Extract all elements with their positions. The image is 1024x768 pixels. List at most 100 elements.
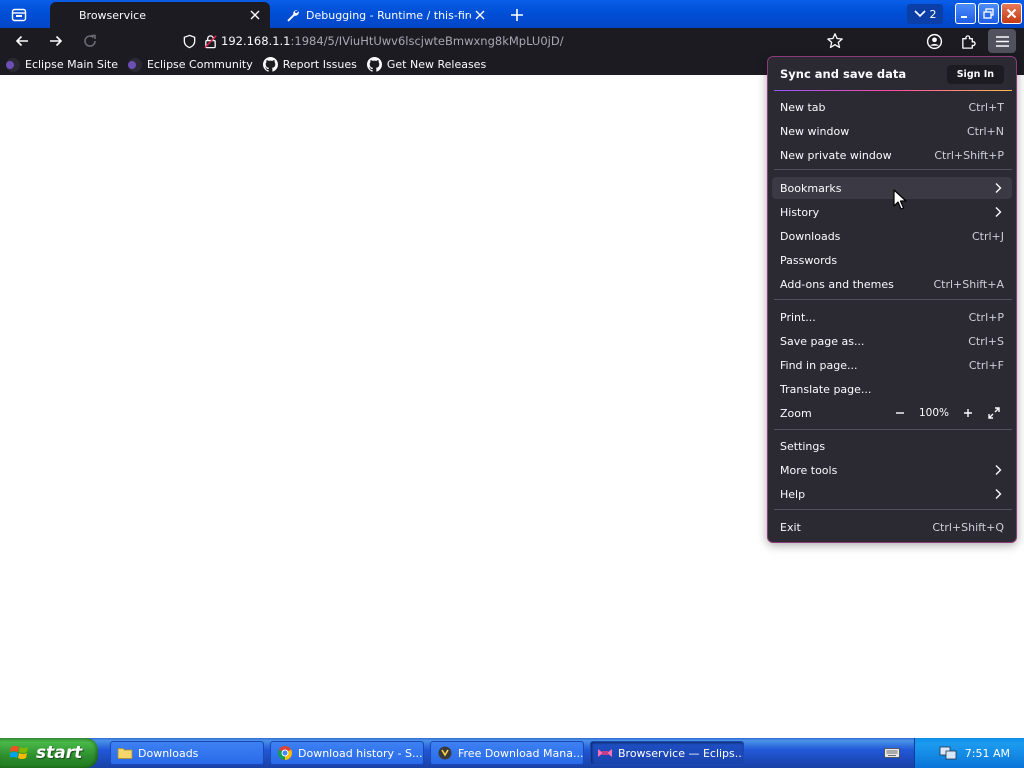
separator <box>774 509 1012 510</box>
close-tab-icon[interactable] <box>471 6 489 24</box>
zoom-reset-button[interactable]: 100% <box>916 407 952 419</box>
menu-item-find-in-page[interactable]: Find in page... Ctrl+F <box>772 354 1012 376</box>
tab-count: 2 <box>929 7 937 21</box>
bookmark-star-icon[interactable] <box>826 32 844 50</box>
bookmark-get-new-releases[interactable]: Get New Releases <box>366 57 487 72</box>
insecure-lock-icon <box>204 34 217 48</box>
menu-item-save-page-as[interactable]: Save page as... Ctrl+S <box>772 330 1012 352</box>
system-tray: 7:51 AM <box>914 738 1024 768</box>
sign-in-button[interactable]: Sign In <box>946 64 1004 84</box>
bookmark-report-issues[interactable]: Report Issues <box>262 57 357 72</box>
back-button[interactable] <box>9 29 35 53</box>
menu-item-new-tab[interactable]: New tab Ctrl+T <box>772 96 1012 118</box>
tab-strip: Browservice Debugging - Runtime / this-f… <box>0 0 1024 28</box>
minimize-icon <box>961 16 967 18</box>
close-tab-icon[interactable] <box>246 6 264 24</box>
taskbar-button-label: Downloads <box>138 746 199 760</box>
start-button[interactable]: start <box>0 738 98 768</box>
fullscreen-button[interactable] <box>984 404 1004 422</box>
minus-icon <box>896 412 904 414</box>
menu-item-settings[interactable]: Settings <box>772 435 1012 457</box>
sync-title: Sync and save data <box>780 67 907 81</box>
menu-item-history[interactable]: History <box>772 201 1012 223</box>
menu-item-label: Exit <box>780 520 801 534</box>
windows-flag-icon <box>10 746 28 759</box>
taskbar-button-browservice[interactable]: Browservice — Eclips... <box>590 741 744 765</box>
menu-item-shortcut: Ctrl+S <box>968 334 1004 348</box>
menu-item-label: New window <box>780 124 850 138</box>
forward-button[interactable] <box>43 29 69 53</box>
address-bar[interactable]: 192.168.1.1:1984/5/IViuHtUwv6lscjwteBmwx… <box>176 29 856 53</box>
site-identity[interactable] <box>176 34 221 49</box>
taskbar-button-label: Free Download Mana... <box>458 746 584 760</box>
menu-item-new-window[interactable]: New window Ctrl+N <box>772 120 1012 142</box>
taskbar-button-download-history[interactable]: Download history - S... <box>270 741 424 765</box>
clock[interactable]: 7:51 AM <box>965 747 1010 760</box>
menu-item-downloads[interactable]: Downloads Ctrl+J <box>772 225 1012 247</box>
bookmark-eclipse-community[interactable]: Eclipse Community <box>127 57 253 72</box>
fullscreen-icon <box>988 407 1000 419</box>
menu-item-exit[interactable]: Exit Ctrl+Shift+Q <box>772 516 1012 538</box>
browservice-icon <box>598 749 612 757</box>
navigation-toolbar: 192.168.1.1:1984/5/IViuHtUwv6lscjwteBmwx… <box>0 28 1024 54</box>
restore-button[interactable] <box>978 3 999 24</box>
github-icon <box>366 57 382 72</box>
tab-browservice[interactable]: Browservice <box>50 2 270 28</box>
app-menu-button[interactable] <box>988 29 1016 53</box>
bookmark-label: Eclipse Community <box>146 58 253 71</box>
taskbar-button-downloads[interactable]: Downloads <box>110 741 264 765</box>
menu-item-shortcut: Ctrl+Shift+Q <box>932 520 1004 534</box>
menu-item-label: Downloads <box>780 229 841 243</box>
menu-item-label: Print... <box>780 310 816 324</box>
zoom-in-button[interactable] <box>958 404 978 422</box>
network-icon[interactable] <box>939 745 957 761</box>
extensions-button[interactable] <box>954 29 982 53</box>
menu-item-shortcut: Ctrl+Shift+P <box>934 148 1004 162</box>
menu-item-help[interactable]: Help <box>772 483 1012 505</box>
taskbar-button-free-download-manager[interactable]: Free Download Mana... <box>430 741 584 765</box>
menu-item-new-private-window[interactable]: New private window Ctrl+Shift+P <box>772 144 1012 166</box>
reload-button[interactable] <box>77 29 103 53</box>
menu-item-addons-and-themes[interactable]: Add-ons and themes Ctrl+Shift+A <box>772 273 1012 295</box>
menu-item-label: New private window <box>780 148 892 162</box>
chrome-icon <box>278 746 292 760</box>
menu-item-label: History <box>780 205 820 219</box>
menu-item-shortcut: Ctrl+P <box>968 310 1004 324</box>
mouse-cursor-icon <box>893 189 907 210</box>
hamburger-menu-icon <box>995 35 1009 47</box>
bookmark-label: Eclipse Main Site <box>25 58 118 71</box>
menu-item-label: Help <box>780 487 806 501</box>
app-menu-panel: Sync and save data Sign In New tab Ctrl+… <box>767 56 1017 543</box>
new-tab-button[interactable] <box>505 4 529 26</box>
tab-debugging[interactable]: Debugging - Runtime / this-firefox <box>275 2 495 28</box>
menu-item-label: Passwords <box>780 253 838 267</box>
taskbar: start Downloads Download history - S... … <box>0 738 1024 768</box>
keyboard-icon[interactable] <box>884 747 900 759</box>
menu-item-bookmarks[interactable]: Bookmarks <box>772 177 1012 199</box>
bookmark-eclipse-main-site[interactable]: Eclipse Main Site <box>6 57 118 72</box>
minimize-button[interactable] <box>955 3 976 24</box>
chevron-right-icon <box>995 183 1002 193</box>
menu-item-passwords[interactable]: Passwords <box>772 249 1012 271</box>
tab-label: Browservice <box>79 8 146 22</box>
chevron-right-icon <box>995 207 1002 217</box>
wrench-icon <box>287 9 299 22</box>
firefox-view-button[interactable] <box>6 4 32 26</box>
separator <box>774 90 1012 91</box>
menu-item-translate-page[interactable]: Translate page... <box>772 378 1012 400</box>
bookmark-label: Report Issues <box>282 58 357 71</box>
eclipse-icon <box>127 57 142 72</box>
account-button[interactable] <box>920 29 948 53</box>
bookmark-label: Get New Releases <box>386 58 487 71</box>
menu-item-label: Add-ons and themes <box>780 277 894 291</box>
menu-item-print[interactable]: Print... Ctrl+P <box>772 306 1012 328</box>
github-icon <box>262 57 278 72</box>
account-icon <box>926 33 942 49</box>
menu-item-zoom: Zoom 100% <box>772 402 1012 424</box>
back-arrow-icon <box>15 35 28 47</box>
list-all-tabs-button[interactable]: 2 <box>907 4 943 24</box>
url-path: :1984/5/IViuHtUwv6lscjwteBmwxng8kMpLU0jD… <box>290 34 564 48</box>
close-window-button[interactable] <box>1001 3 1022 24</box>
menu-item-more-tools[interactable]: More tools <box>772 459 1012 481</box>
zoom-out-button[interactable] <box>890 404 910 422</box>
